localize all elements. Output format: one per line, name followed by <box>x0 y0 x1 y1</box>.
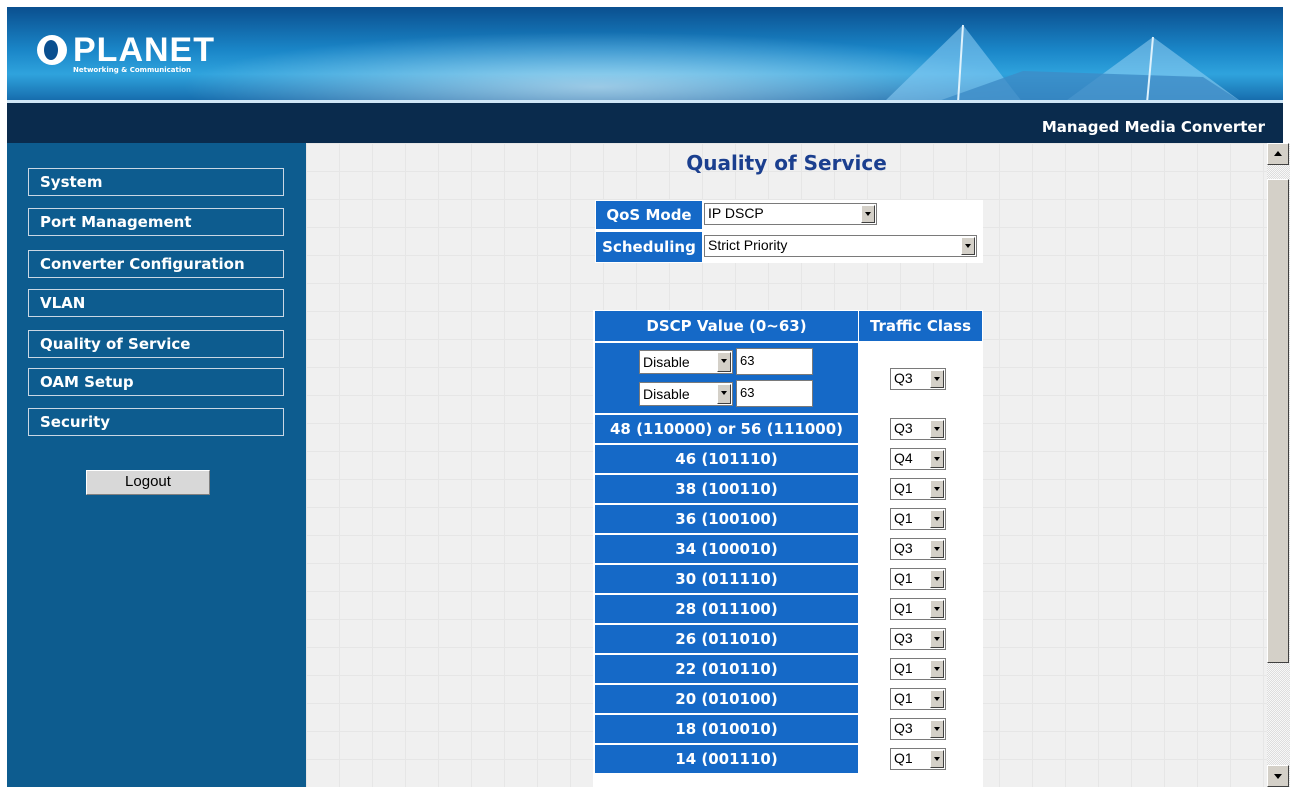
sidebar-item-vlan[interactable]: VLAN <box>28 289 284 317</box>
chevron-down-icon <box>861 205 875 223</box>
logout-button[interactable]: Logout <box>86 470 210 495</box>
traffic-class-select[interactable]: Q3 <box>890 628 946 650</box>
dscp-value-header: DSCP Value (0~63) <box>595 311 858 341</box>
chevron-down-icon <box>961 237 975 255</box>
traffic-class-select[interactable]: Q3 <box>890 418 946 440</box>
chevron-down-icon <box>930 720 944 738</box>
scroll-down-button[interactable] <box>1267 765 1289 787</box>
chevron-down-icon <box>930 450 944 468</box>
dscp-value-cell: 14 (001110) <box>595 745 858 773</box>
chevron-down-icon <box>930 570 944 588</box>
dscp-value-cell: 26 (011010) <box>595 625 858 653</box>
scheduling-value: Strict Priority <box>708 237 788 253</box>
chevron-down-icon <box>930 540 944 558</box>
traffic-class-header: Traffic Class <box>859 311 982 341</box>
traffic-class-select[interactable]: Q1 <box>890 688 946 710</box>
chevron-down-icon <box>930 660 944 678</box>
logo-globe-icon <box>37 35 67 65</box>
sidebar-item-security[interactable]: Security <box>28 408 284 436</box>
traffic-class-value: Q3 <box>894 630 913 646</box>
chevron-down-icon <box>930 510 944 528</box>
sidebar-item-oam-setup[interactable]: OAM Setup <box>28 368 284 396</box>
logo-tagline: Networking & Communication <box>73 66 192 74</box>
traffic-class-value: Q1 <box>894 690 913 706</box>
traffic-class-value: Q3 <box>894 370 913 386</box>
traffic-class-value: Q3 <box>894 540 913 556</box>
dscp-value-cell: 38 (100110) <box>595 475 858 503</box>
planet-logo: PLANET Networking & Communication <box>37 31 215 74</box>
sidebar-item-system[interactable]: System <box>28 168 284 196</box>
dscp-value-cell: 36 (100100) <box>595 505 858 533</box>
traffic-class-select[interactable]: Q4 <box>890 448 946 470</box>
sidebar-item-quality-of-service[interactable]: Quality of Service <box>28 330 284 358</box>
scroll-up-button[interactable] <box>1267 143 1289 165</box>
sidebar: System Port Management Converter Configu… <box>7 143 306 787</box>
custom-dscp-mode-select[interactable]: Disable <box>639 382 733 406</box>
sidebar-item-port-management[interactable]: Port Management <box>28 208 284 236</box>
traffic-class-select[interactable]: Q1 <box>890 598 946 620</box>
traffic-class-select[interactable]: Q1 <box>890 478 946 500</box>
traffic-class-select[interactable]: Q1 <box>890 658 946 680</box>
traffic-class-value: Q1 <box>894 750 913 766</box>
qos-mode-select[interactable]: IP DSCP <box>704 203 877 225</box>
chevron-down-icon <box>930 690 944 708</box>
traffic-class-value: Q4 <box>894 450 913 466</box>
header-banner: PLANET Networking & Communication <box>7 7 1283 103</box>
custom-dscp-value-input[interactable]: 63 <box>736 380 813 407</box>
traffic-class-value: Q1 <box>894 480 913 496</box>
traffic-class-select[interactable]: Q3 <box>890 538 946 560</box>
chevron-down-icon <box>1274 774 1282 779</box>
dscp-value-cell: 18 (010010) <box>595 715 858 743</box>
dscp-value-cell: 20 (010100) <box>595 685 858 713</box>
traffic-class-value: Q1 <box>894 570 913 586</box>
main-content: Quality of Service QoS Mode IP DSCP Sche… <box>306 143 1267 787</box>
chevron-down-icon <box>717 384 731 404</box>
sidebar-item-converter-configuration[interactable]: Converter Configuration <box>28 250 284 278</box>
traffic-class-select[interactable]: Q1 <box>890 508 946 530</box>
scheduling-label: Scheduling <box>596 232 702 262</box>
vertical-scrollbar[interactable] <box>1267 143 1290 787</box>
dscp-value-cell: 48 (110000) or 56 (111000) <box>595 415 858 443</box>
dscp-value-cell: 22 (010110) <box>595 655 858 683</box>
dscp-value-cell: 30 (011110) <box>595 565 858 593</box>
traffic-class-select[interactable]: Q3 <box>890 718 946 740</box>
custom-dscp-value-input[interactable]: 63 <box>736 348 813 375</box>
banner-building-graphic <box>883 24 1243 103</box>
chevron-down-icon <box>930 630 944 648</box>
traffic-class-select[interactable]: Q1 <box>890 748 946 770</box>
traffic-class-value: Q3 <box>894 420 913 436</box>
logo-name: PLANET <box>73 31 215 69</box>
custom-dscp-mode-select[interactable]: Disable <box>639 350 733 374</box>
qos-mode-label: QoS Mode <box>596 201 702 229</box>
custom-dscp-mode-value: Disable <box>643 386 690 402</box>
chevron-down-icon <box>930 370 944 388</box>
dscp-value-cell: 28 (011100) <box>595 595 858 623</box>
dscp-value-cell: 46 (101110) <box>595 445 858 473</box>
chevron-down-icon <box>930 750 944 768</box>
traffic-class-value: Q1 <box>894 600 913 616</box>
scrollbar-thumb[interactable] <box>1267 179 1289 663</box>
chevron-down-icon <box>717 352 731 372</box>
traffic-class-value: Q1 <box>894 510 913 526</box>
traffic-class-value: Q1 <box>894 660 913 676</box>
chevron-down-icon <box>930 480 944 498</box>
chevron-down-icon <box>930 420 944 438</box>
traffic-class-select[interactable]: Q1 <box>890 568 946 590</box>
page-title: Quality of Service <box>686 151 887 175</box>
chevron-up-icon <box>1274 151 1282 156</box>
qos-mode-value: IP DSCP <box>708 205 764 221</box>
product-name: Managed Media Converter <box>1041 118 1265 136</box>
title-bar: Managed Media Converter <box>7 103 1283 143</box>
chevron-down-icon <box>930 600 944 618</box>
custom-dscp-mode-value: Disable <box>643 354 690 370</box>
dscp-value-cell: 34 (100010) <box>595 535 858 563</box>
traffic-class-select[interactable]: Q3 <box>890 368 946 390</box>
traffic-class-value: Q3 <box>894 720 913 736</box>
scheduling-select[interactable]: Strict Priority <box>704 235 977 257</box>
